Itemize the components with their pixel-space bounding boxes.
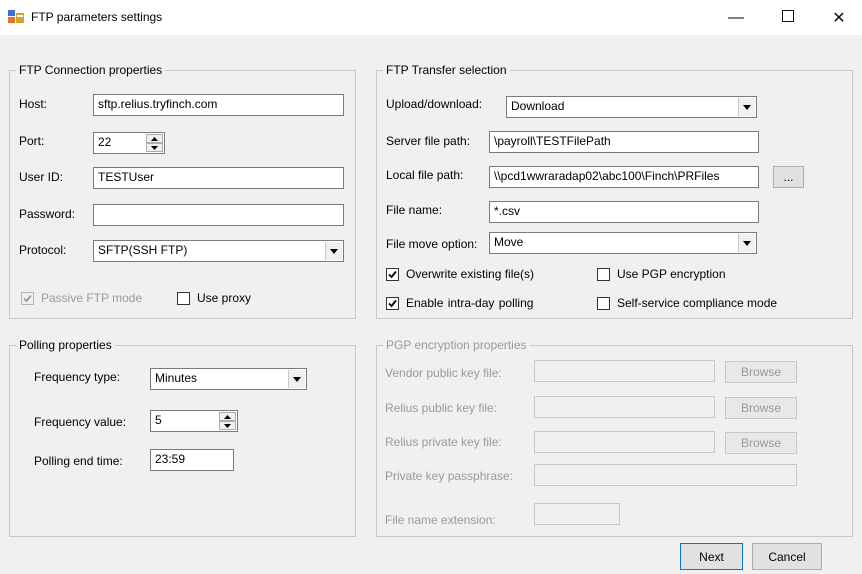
- port-down-button[interactable]: [146, 143, 163, 152]
- pgp-group-title: PGP encryption properties: [383, 338, 530, 352]
- server-path-input[interactable]: \payroll\TESTFilePath: [489, 131, 759, 153]
- file-extension-label: File name extension:: [385, 513, 496, 527]
- freq-type-select[interactable]: Minutes: [150, 368, 307, 390]
- pgp-label: Use PGP encryption: [617, 267, 726, 281]
- passive-ftp-checkbox[interactable]: Passive FTP mode: [21, 291, 142, 305]
- close-button[interactable]: ✕: [816, 0, 862, 35]
- chevron-down-icon: [743, 104, 751, 110]
- protocol-value: SFTP(SSH FTP): [98, 243, 188, 257]
- connection-group-title: FTP Connection properties: [16, 63, 166, 77]
- selfservice-checkbox[interactable]: Self-service compliance mode: [597, 296, 777, 310]
- protocol-label: Protocol:: [19, 243, 67, 257]
- vendor-key-browse-button[interactable]: Browse: [725, 361, 797, 383]
- maximize-button[interactable]: [765, 0, 811, 35]
- userid-label: User ID:: [19, 170, 64, 184]
- password-input[interactable]: [93, 204, 344, 226]
- passphrase-input[interactable]: [534, 464, 797, 486]
- relius-public-key-browse-button[interactable]: Browse: [725, 397, 797, 419]
- freq-value: 5: [155, 413, 162, 427]
- cancel-button[interactable]: Cancel: [752, 543, 822, 570]
- chevron-down-icon: [293, 376, 301, 382]
- transfer-group-title: FTP Transfer selection: [383, 63, 510, 77]
- arrow-down-icon: [224, 423, 231, 428]
- chevron-down-icon: [330, 248, 338, 254]
- pgp-checkbox[interactable]: Use PGP encryption: [597, 267, 726, 281]
- minimize-button[interactable]: —: [713, 0, 759, 35]
- checkmark-icon: [23, 294, 32, 302]
- updown-value: Download: [511, 99, 565, 113]
- intraday-checkbox-box: [386, 296, 399, 310]
- server-path-label: Server file path:: [386, 134, 471, 148]
- move-option-value: Move: [494, 235, 524, 249]
- filename-label: File name:: [386, 203, 443, 217]
- arrow-down-icon: [151, 145, 158, 150]
- end-time-label: Polling end time:: [34, 454, 123, 468]
- checkmark-icon: [388, 299, 397, 307]
- userid-input[interactable]: TESTUser: [93, 167, 344, 189]
- freq-type-value: Minutes: [155, 371, 198, 385]
- overwrite-checkbox[interactable]: Overwrite existing file(s): [386, 267, 534, 281]
- proxy-checkbox-box: [177, 291, 190, 305]
- relius-private-key-label: Relius private key file:: [385, 435, 502, 449]
- selfservice-checkbox-box: [597, 296, 610, 310]
- title-bar: FTP parameters settings — ✕: [0, 0, 862, 35]
- file-extension-input[interactable]: [534, 503, 620, 525]
- selfservice-label: Self-service compliance mode: [617, 296, 778, 310]
- freq-value-label: Frequency value:: [34, 415, 127, 429]
- vendor-key-input[interactable]: [534, 360, 715, 382]
- arrow-up-icon: [224, 414, 231, 419]
- port-value: 22: [98, 135, 112, 149]
- vendor-key-label: Vendor public key file:: [385, 366, 502, 380]
- window-title: FTP parameters settings: [31, 10, 163, 24]
- move-option-label: File move option:: [386, 237, 478, 251]
- port-stepper[interactable]: 22: [93, 132, 165, 154]
- passphrase-label: Private key passphrase:: [385, 469, 514, 483]
- freq-up-button[interactable]: [219, 412, 236, 421]
- overwrite-label: Overwrite existing file(s): [406, 267, 535, 281]
- filename-input[interactable]: *.csv: [489, 201, 759, 223]
- next-button[interactable]: Next: [680, 543, 743, 570]
- local-path-browse-button[interactable]: ...: [773, 166, 804, 188]
- close-icon: ✕: [832, 9, 846, 27]
- use-proxy-checkbox[interactable]: Use proxy: [177, 291, 251, 305]
- overwrite-checkbox-box: [386, 267, 399, 281]
- intraday-label: Enable intra-day polling: [406, 296, 534, 310]
- relius-private-key-browse-button[interactable]: Browse: [725, 432, 797, 454]
- protocol-select[interactable]: SFTP(SSH FTP): [93, 240, 344, 262]
- updown-label: Upload/download:: [386, 97, 483, 111]
- passive-ftp-label: Passive FTP mode: [41, 291, 143, 305]
- relius-private-key-input[interactable]: [534, 431, 715, 453]
- minimize-icon: —: [728, 8, 744, 26]
- pgp-checkbox-box: [597, 267, 610, 281]
- port-up-button[interactable]: [146, 134, 163, 143]
- local-path-label: Local file path:: [386, 168, 464, 182]
- polling-group-title: Polling properties: [16, 338, 115, 352]
- intraday-checkbox[interactable]: Enable intra-day polling: [386, 296, 533, 310]
- local-path-input[interactable]: \\pcd1wwraradap02\abc100\Finch\PRFiles: [489, 166, 759, 188]
- checkmark-icon: [388, 270, 397, 278]
- arrow-up-icon: [151, 136, 158, 141]
- updown-select[interactable]: Download: [506, 96, 757, 118]
- freq-down-button[interactable]: [219, 421, 236, 430]
- passive-checkbox-box: [21, 291, 34, 305]
- port-label: Port:: [19, 134, 45, 148]
- use-proxy-label: Use proxy: [197, 291, 252, 305]
- freq-type-label: Frequency type:: [34, 370, 121, 384]
- host-label: Host:: [19, 97, 48, 111]
- relius-public-key-label: Relius public key file:: [385, 401, 498, 415]
- host-input[interactable]: sftp.relius.tryfinch.com: [93, 94, 344, 116]
- move-option-select[interactable]: Move: [489, 232, 757, 254]
- password-label: Password:: [19, 207, 76, 221]
- relius-public-key-input[interactable]: [534, 396, 715, 418]
- chevron-down-icon: [743, 240, 751, 246]
- end-time-input[interactable]: 23:59: [150, 449, 234, 471]
- freq-value-stepper[interactable]: 5: [150, 410, 238, 432]
- maximize-icon: [782, 9, 794, 27]
- app-icon: [8, 10, 24, 24]
